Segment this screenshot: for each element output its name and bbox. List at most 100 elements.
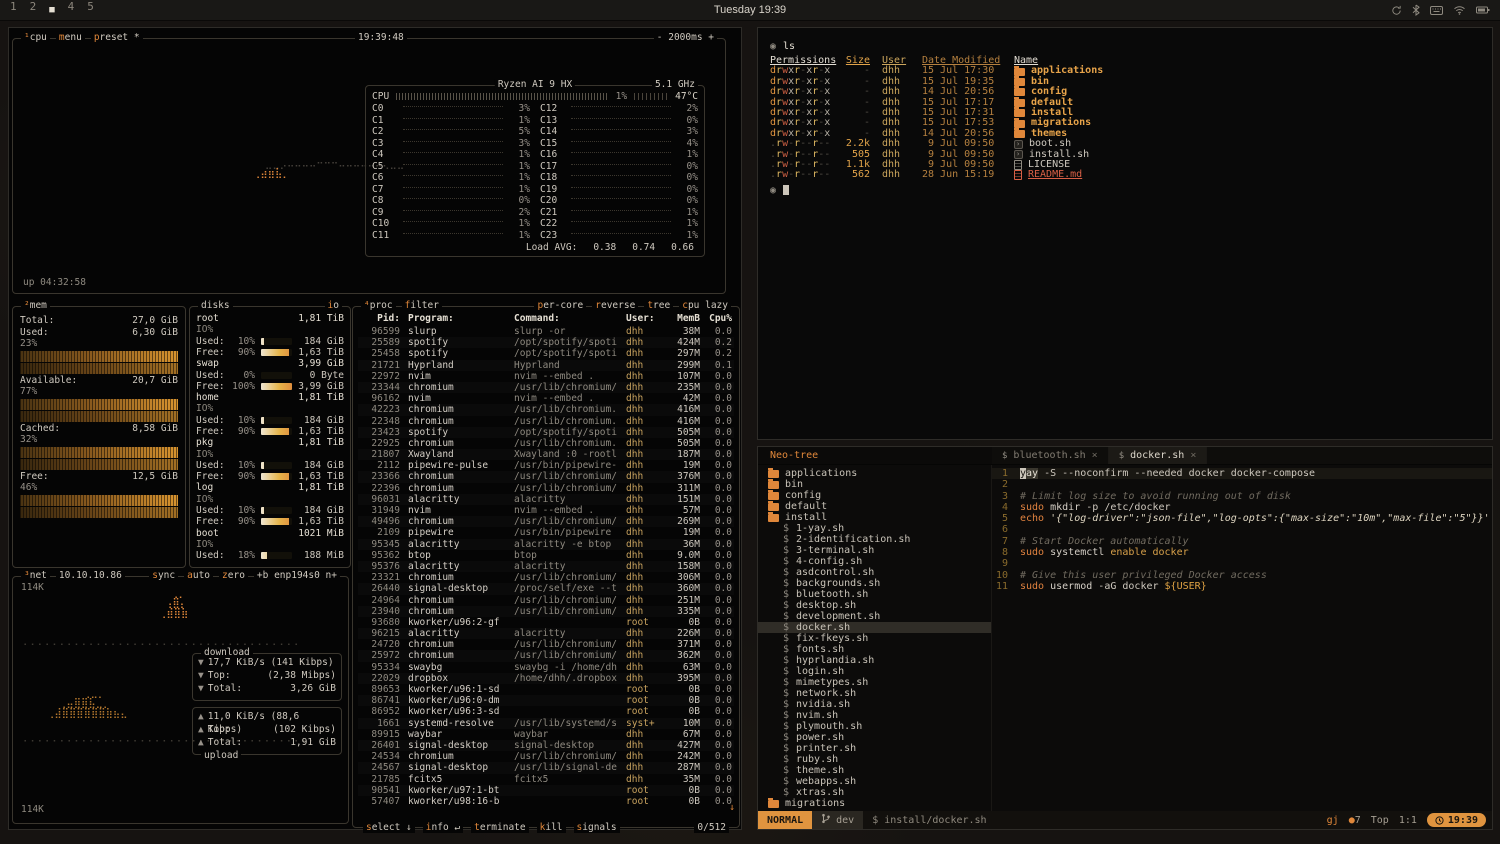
tree-item-printer.sh[interactable]: $printer.sh [758, 743, 991, 754]
process-row[interactable]: 23321chromium/usr/lib/chromium/dhh306M0.… [358, 572, 734, 583]
process-row[interactable]: 24964chromium/usr/lib/chromium/dhh251M0.… [358, 595, 734, 606]
process-row[interactable]: 2112pipewire-pulse/usr/bin/pipewire-dhh1… [358, 460, 734, 471]
update-interval-control[interactable]: - 2000ms + [654, 32, 717, 43]
proc-panel-toggle[interactable]: ⁴proc [361, 300, 396, 311]
process-row[interactable]: 2109pipewire/usr/bin/pipewiredhh19M0.0 [358, 527, 734, 538]
process-row[interactable]: 23366chromium/usr/lib/chromium/dhh376M0.… [358, 471, 734, 482]
tree-item-backgrounds.sh[interactable]: $backgrounds.sh [758, 578, 991, 589]
net-panel-toggle[interactable]: ³net [21, 570, 50, 581]
tree-item-config[interactable]: config [758, 490, 991, 501]
net-zero-toggle[interactable]: zero [219, 570, 248, 581]
tree-item-docker.sh[interactable]: $docker.sh [758, 622, 991, 633]
process-row[interactable]: 23940chromium/usr/lib/chromium/dhh335M0.… [358, 606, 734, 617]
net-auto-toggle[interactable]: auto [184, 570, 213, 581]
process-row[interactable]: 96599slurpslurp -ordhh38M0.0 [358, 326, 734, 337]
tree-item-login.sh[interactable]: $login.sh [758, 666, 991, 677]
tree-item-fix-fkeys.sh[interactable]: $fix-fkeys.sh [758, 633, 991, 644]
tree-item-bluetooth.sh[interactable]: $bluetooth.sh [758, 589, 991, 600]
tree-item-plymouth.sh[interactable]: $plymouth.sh [758, 721, 991, 732]
process-row[interactable]: 22925chromium/usr/lib/chromium.dhh505M0.… [358, 438, 734, 449]
net-interface-selector[interactable]: +b enp194s0 n+ [254, 570, 340, 581]
process-row[interactable]: 21785fcitx5fcitx5dhh35M0.0 [358, 774, 734, 785]
keyboard-icon[interactable] [1430, 6, 1443, 15]
filter-button[interactable]: filter [402, 300, 442, 311]
tree-item-xtras.sh[interactable]: $xtras.sh [758, 787, 991, 798]
tree-item-hyprlandia.sh[interactable]: $hyprlandia.sh [758, 655, 991, 666]
process-row[interactable]: 25458spotify/opt/spotify/spotidhh297M0.2 [358, 348, 734, 359]
process-row[interactable]: 31949nvimnvim --embed .dhh57M0.0 [358, 505, 734, 516]
code-line-3[interactable]: 3# Limit log size to avoid running out o… [992, 491, 1492, 502]
tree-item-nvim.sh[interactable]: $nvim.sh [758, 710, 991, 721]
process-row[interactable]: 95334swaybgswaybg -i /home/dhdhh63M0.0 [358, 662, 734, 673]
proc-action-info[interactable]: info ↵ [423, 822, 463, 833]
tree-item-nvidia.sh[interactable]: $nvidia.sh [758, 699, 991, 710]
process-row[interactable]: 57407kworker/u98:16-broot0B0.0 [358, 796, 734, 807]
proc-action-kill[interactable]: kill [537, 822, 566, 833]
code-line-1[interactable]: 1yay -S --noconfirm --needed docker dock… [992, 468, 1492, 479]
tree-item-network.sh[interactable]: $network.sh [758, 688, 991, 699]
preset-button[interactable]: preset * [91, 32, 143, 43]
tree-item-install[interactable]: install [758, 512, 991, 523]
proc-action-signals[interactable]: signals [574, 822, 620, 833]
active-prompt-line[interactable]: ◉ [770, 185, 1480, 196]
process-row[interactable]: 96162nvimnvim --embed .dhh42M0.0 [358, 393, 734, 404]
process-row[interactable]: 26401signal-desktopsignal-desktopdhh427M… [358, 740, 734, 751]
process-row[interactable]: 95345alacrittyalacritty -e btopdhh36M0.0 [358, 539, 734, 550]
battery-icon[interactable] [1476, 6, 1490, 14]
process-row[interactable]: 96031alacrittyalacrittydhh151M0.0 [358, 494, 734, 505]
wifi-icon[interactable] [1453, 5, 1466, 15]
tree-item-2-identification.sh[interactable]: $2-identification.sh [758, 534, 991, 545]
per-core-toggle[interactable]: per-core [534, 300, 586, 311]
code-line-2[interactable]: 2 [992, 479, 1492, 490]
workspace-4[interactable]: 4 [68, 0, 75, 21]
close-tab-icon[interactable]: × [1092, 450, 1098, 461]
workspace-5[interactable]: 5 [87, 0, 94, 21]
tree-item-desktop.sh[interactable]: $desktop.sh [758, 600, 991, 611]
tab-bluetooth.sh[interactable]: $bluetooth.sh× [992, 447, 1109, 464]
process-row[interactable]: 22396chromium/usr/lib/chromium/dhh311M0.… [358, 483, 734, 494]
process-row[interactable]: 22972nvimnvim --embed .dhh107M0.0 [358, 371, 734, 382]
tree-toggle[interactable]: tree [644, 300, 673, 311]
workspace-3[interactable]: ■ [49, 0, 54, 21]
code-line-4[interactable]: 4sudo mkdir -p /etc/docker [992, 502, 1492, 513]
code-line-11[interactable]: 11sudo usermod -aG docker ${USER} [992, 581, 1492, 592]
process-row[interactable]: 25972chromium/usr/lib/chromium/dhh362M0.… [358, 650, 734, 661]
process-row[interactable]: 25589spotify/opt/spotify/spotidhh424M0.2 [358, 337, 734, 348]
tree-item-4-config.sh[interactable]: $4-config.sh [758, 556, 991, 567]
proc-action-select[interactable]: select ↓ [363, 822, 415, 833]
process-row[interactable]: 95362btopbtopdhh9.0M0.0 [358, 550, 734, 561]
tree-item-power.sh[interactable]: $power.sh [758, 732, 991, 743]
code-line-10[interactable]: 10# Give this user privileged Docker acc… [992, 570, 1492, 581]
process-row[interactable]: 89915waybarwaybardhh67M0.0 [358, 729, 734, 740]
net-sync-toggle[interactable]: sync [149, 570, 178, 581]
workspace-1[interactable]: 1 [10, 0, 17, 21]
code-line-6[interactable]: 6 [992, 524, 1492, 535]
code-editor[interactable]: 1yay -S --noconfirm --needed docker dock… [992, 465, 1492, 811]
tab-docker.sh[interactable]: $docker.sh× [1109, 447, 1208, 464]
tree-item-theme.sh[interactable]: $theme.sh [758, 765, 991, 776]
code-line-8[interactable]: 8sudo systemctl enable docker [992, 547, 1492, 558]
code-line-9[interactable]: 9 [992, 558, 1492, 569]
menu-button[interactable]: menu [56, 32, 85, 43]
tree-item-fonts.sh[interactable]: $fonts.sh [758, 644, 991, 655]
terminal-window[interactable]: ◉ ls PermissionsSizeUserDate ModifiedNam… [757, 27, 1493, 440]
process-row[interactable]: 49496chromium/usr/lib/chromium/dhh269M0.… [358, 516, 734, 527]
process-row[interactable]: 22029dropbox/home/dhh/.dropboxdhh395M0.0 [358, 673, 734, 684]
tree-item-applications[interactable]: applications [758, 468, 991, 479]
workspace-2[interactable]: 2 [30, 0, 37, 21]
cpu-panel-toggle[interactable]: ¹cpu [21, 32, 50, 43]
update-icon[interactable] [1391, 5, 1402, 16]
process-row[interactable]: 89653kworker/u96:1-sdroot0B0.0 [358, 684, 734, 695]
close-tab-icon[interactable]: × [1190, 450, 1196, 461]
process-row[interactable]: 21807XwaylandXwayland :0 -rootldhh187M0.… [358, 449, 734, 460]
process-row[interactable]: 96215alacrittyalacrittydhh226M0.0 [358, 628, 734, 639]
tree-item-asdcontrol.sh[interactable]: $asdcontrol.sh [758, 567, 991, 578]
sort-selector[interactable]: cpu lazy [679, 300, 731, 311]
tree-item-default[interactable]: default [758, 501, 991, 512]
code-line-7[interactable]: 7# Start Docker automatically [992, 536, 1492, 547]
io-mode-toggle[interactable]: io [325, 300, 342, 311]
process-row[interactable]: 86952kworker/u96:3-sdroot0B0.0 [358, 706, 734, 717]
tree-item-3-terminal.sh[interactable]: $3-terminal.sh [758, 545, 991, 556]
process-row[interactable]: 1661systemd-resolve/usr/lib/systemd/ssys… [358, 718, 734, 729]
tree-item-bin[interactable]: bin [758, 479, 991, 490]
